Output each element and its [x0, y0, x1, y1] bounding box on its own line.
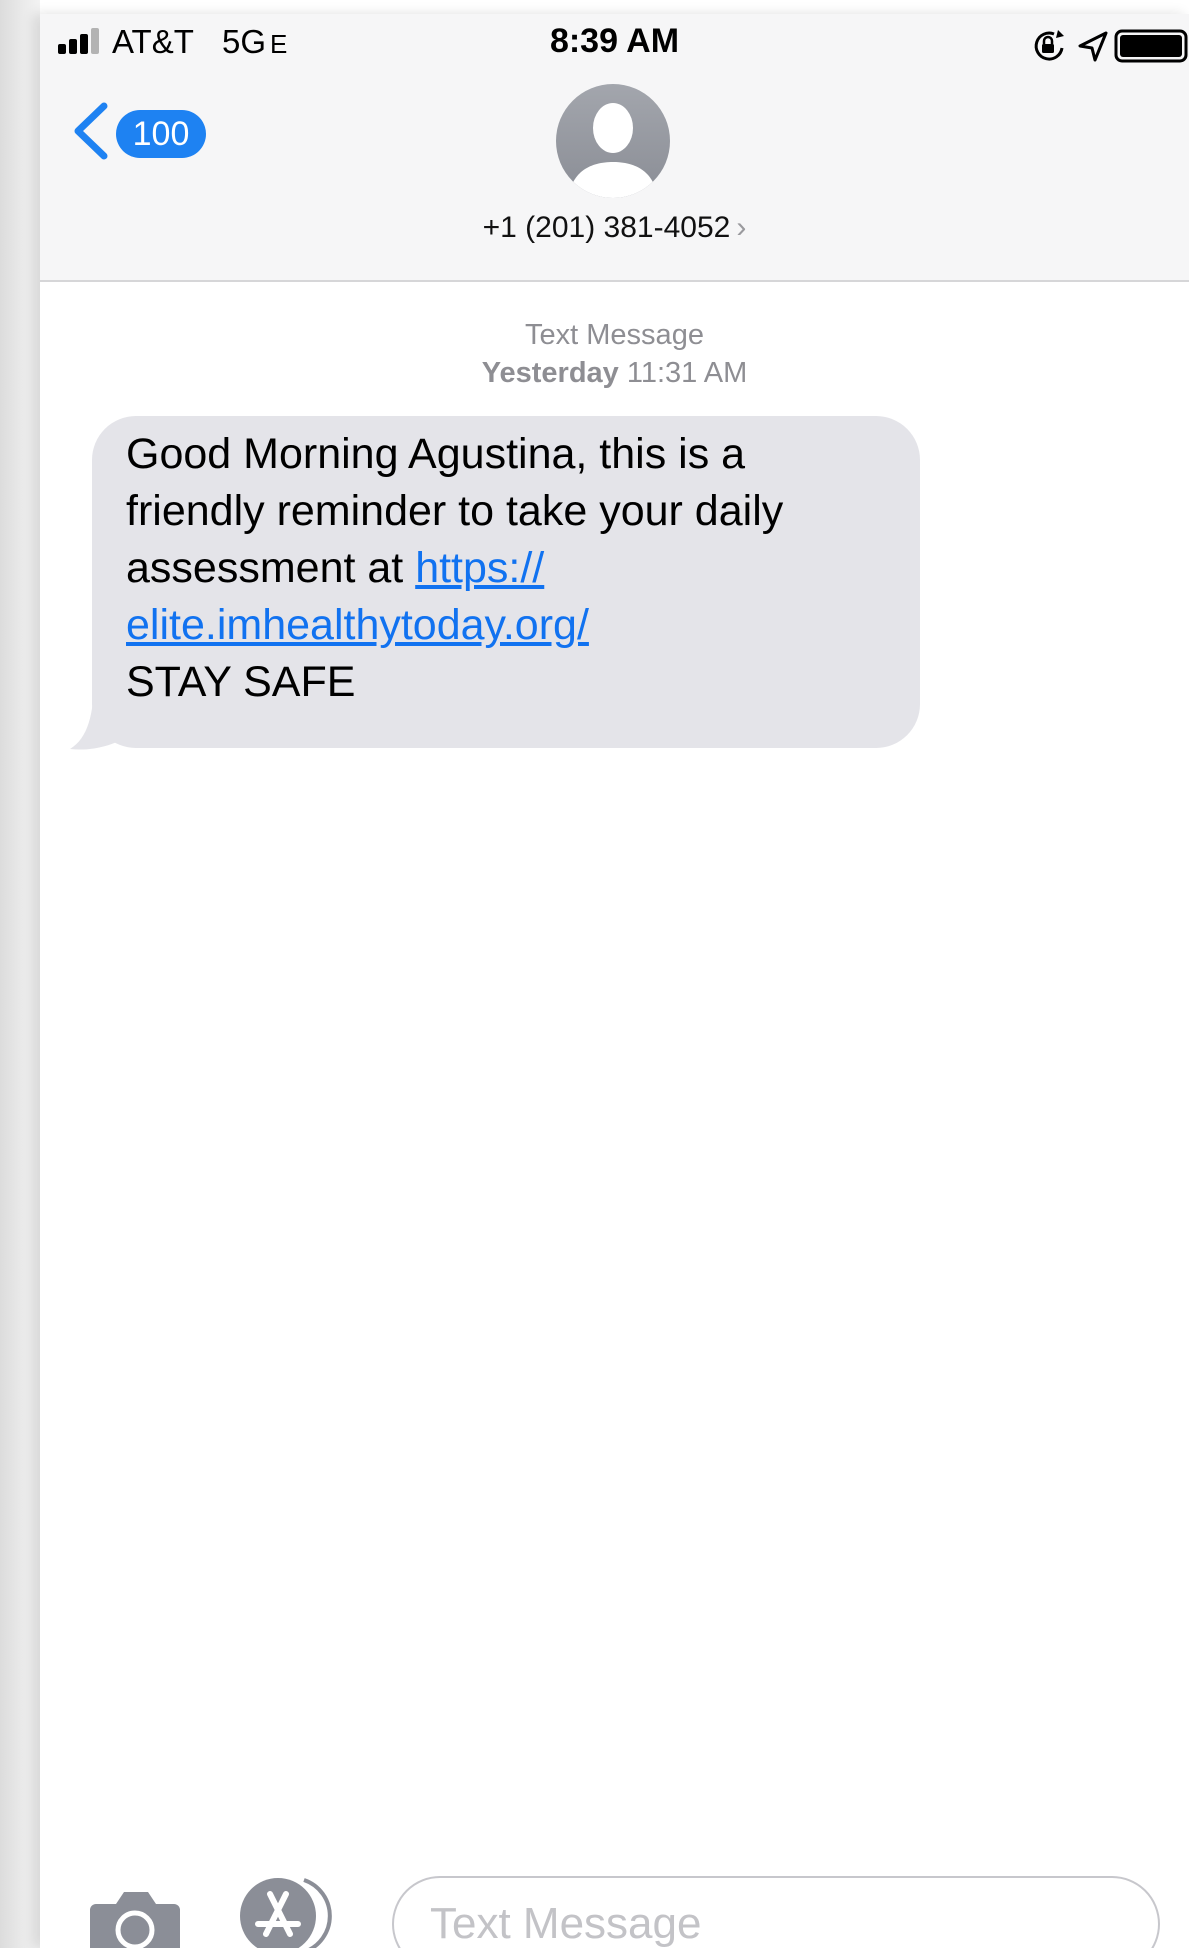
back-button[interactable]: 100 [70, 96, 250, 166]
message-text: Good Morning Agustina, this is a friendl… [126, 426, 886, 711]
message-timestamp: Yesterday 11:31 AM [40, 354, 1189, 392]
message-input[interactable] [428, 1888, 1032, 1948]
message-meta: Text Message Yesterday 11:31 AM [40, 316, 1189, 392]
unread-count-badge: 100 [116, 110, 206, 158]
status-time: 8:39 AM [549, 22, 680, 60]
messages-screen: AT&T 5G E 8:39 AM 100 +1 (201) 381-4052 … [40, 14, 1189, 1948]
conversation-header: AT&T 5G E 8:39 AM 100 +1 (201) 381-4052 … [40, 14, 1189, 282]
message-link-part2[interactable]: elite.imhealthytoday.org/ [126, 601, 589, 649]
input-bar [40, 1862, 1189, 1948]
message-day: Yesterday [481, 357, 619, 389]
contact-avatar[interactable] [556, 84, 670, 198]
status-icons [1034, 29, 1188, 63]
chevron-right-icon: › [736, 211, 747, 244]
contact-number-button[interactable]: +1 (201) 381-4052 › [40, 211, 1189, 245]
message-time: 11:31 AM [626, 357, 748, 389]
app-store-icon[interactable] [238, 1876, 342, 1948]
battery-icon [1114, 29, 1188, 63]
status-bar: AT&T 5G E 8:39 AM [40, 14, 1189, 78]
message-input-field[interactable] [392, 1876, 1160, 1948]
message-type-label: Text Message [525, 319, 704, 351]
left-edge-shadow [0, 0, 40, 1948]
incoming-message[interactable]: Good Morning Agustina, this is a friendl… [70, 416, 970, 766]
message-signoff: STAY SAFE [126, 658, 356, 706]
location-arrow-icon [1078, 31, 1108, 62]
chevron-left-icon [74, 102, 108, 160]
rotation-lock-icon [1034, 30, 1064, 61]
message-link-part1[interactable]: https:// [415, 544, 544, 592]
camera-icon[interactable] [88, 1884, 182, 1948]
contact-number: +1 (201) 381-4052 [482, 211, 731, 244]
